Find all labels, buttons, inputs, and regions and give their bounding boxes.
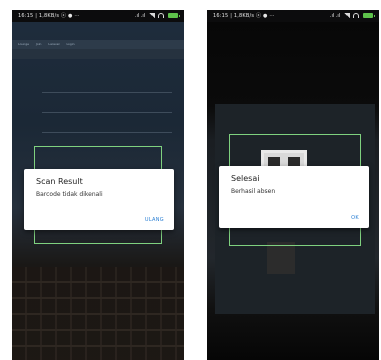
- status-bar-right: .ıl .ıl: [134, 10, 180, 22]
- browser-tab: Login: [66, 42, 75, 46]
- status-bar: 16:15 | 1,8KB/s ⓧ ● ··· .ıl .ıl: [12, 10, 184, 22]
- photographed-toolbar: [12, 49, 184, 59]
- browser-tab: Lounge: [18, 42, 30, 46]
- phone-screenshot-left: 16:15 | 1,8KB/s ⓧ ● ··· .ıl .ıl Lounge J…: [12, 10, 184, 360]
- photographed-keyboard-rows: [12, 267, 184, 360]
- dialog-title: Selesai: [231, 174, 260, 183]
- signal-text: .ıl .ıl: [134, 13, 146, 19]
- dialog-message: Barcode tidak dikenali: [36, 191, 103, 198]
- scan-result-dialog: Scan Result Barcode tidak dikenali ULANG: [24, 169, 174, 230]
- dialog-title: Scan Result: [36, 177, 83, 186]
- signal-icon: [343, 13, 350, 18]
- browser-tab: Join: [35, 42, 42, 46]
- status-bar-right: .ıl .ıl: [329, 10, 375, 22]
- photographed-row-divider: [42, 92, 172, 93]
- photographed-code-block: [267, 242, 295, 274]
- photographed-row-divider: [42, 132, 172, 133]
- status-bar: 16:15 | 1,8KB/s ⓧ ● ··· .ıl .ıl: [207, 10, 379, 22]
- ok-button[interactable]: OK: [351, 215, 359, 221]
- browser-tab: Laravel: [48, 42, 60, 46]
- status-bar-left: 16:15 | 1,8KB/s ⓧ ● ···: [213, 13, 275, 19]
- success-dialog: Selesai Berhasil absen OK: [219, 166, 369, 228]
- phone-screenshot-right: 16:15 | 1,8KB/s ⓧ ● ··· .ıl .ıl Selesai …: [207, 10, 379, 360]
- dialog-message: Berhasil absen: [231, 188, 276, 195]
- signal-icon: [148, 13, 155, 18]
- battery-icon: [363, 13, 375, 18]
- photographed-row-divider: [42, 112, 172, 113]
- signal-text: .ıl .ıl: [329, 13, 341, 19]
- retry-button[interactable]: ULANG: [145, 217, 164, 223]
- wifi-icon: [353, 13, 360, 18]
- battery-icon: [168, 13, 180, 18]
- photographed-browser-tabs: Lounge Join Laravel Login: [12, 40, 184, 49]
- wifi-icon: [158, 13, 165, 18]
- status-bar-left: 16:15 | 1,8KB/s ⓧ ● ···: [18, 13, 80, 19]
